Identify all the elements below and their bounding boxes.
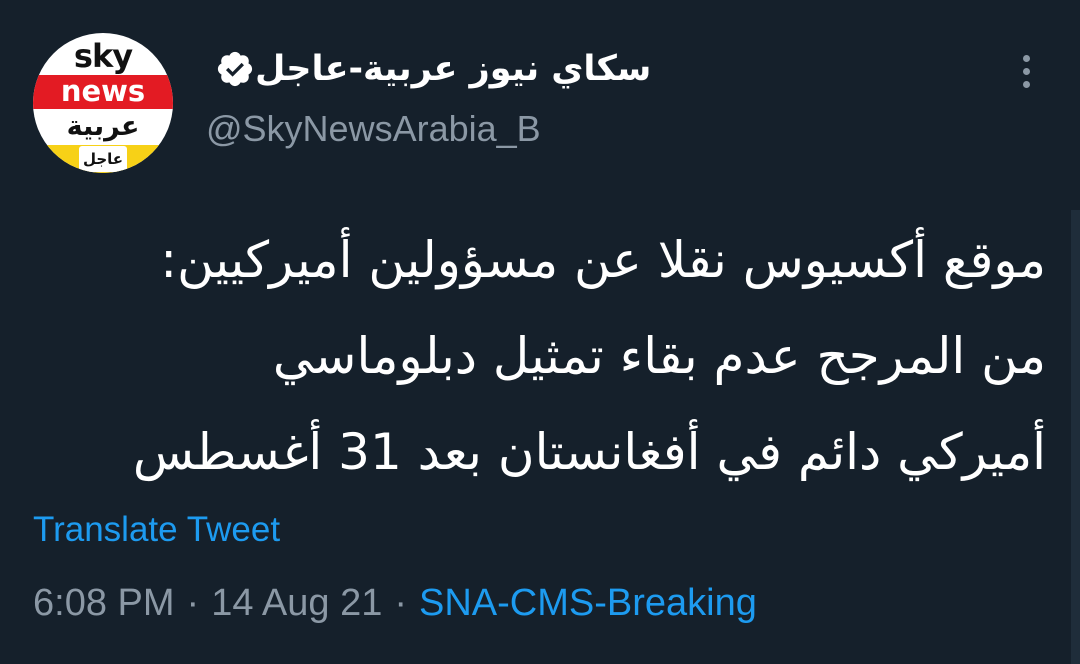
tweet-text: موقع أكسيوس نقلا عن مسؤولين أميركيين: من… — [132, 231, 1046, 481]
tweet-source-link[interactable]: SNA-CMS-Breaking — [419, 582, 757, 624]
tweet-date[interactable]: 14 Aug 21 — [211, 582, 382, 624]
tweet-time[interactable]: 6:08 PM — [33, 582, 175, 624]
tweet-card: sky news عربية عاجل سكاي نيوز عربية-عاجل… — [0, 0, 1080, 664]
avatar-logo-sky: sky — [73, 37, 133, 75]
avatar-logo-urgent: عاجل — [82, 150, 124, 168]
more-dot — [1022, 68, 1030, 75]
verified-badge-icon — [215, 49, 255, 89]
meta-separator: · — [186, 582, 200, 624]
display-name-row[interactable]: سكاي نيوز عربية-عاجل — [205, 44, 651, 94]
more-options-icon[interactable] — [1014, 55, 1038, 95]
translate-tweet-link[interactable]: Translate Tweet — [33, 510, 280, 550]
more-dot — [1022, 55, 1030, 62]
avatar-logo-news: news — [60, 74, 146, 108]
account-handle[interactable]: @SkyNewsArabia_B — [206, 108, 541, 150]
avatar-logo-arabic: عربية — [66, 111, 140, 142]
display-name[interactable]: سكاي نيوز عربية-عاجل — [255, 49, 651, 89]
meta-separator: · — [394, 582, 408, 624]
scrollbar-track[interactable] — [1071, 210, 1080, 664]
more-dot — [1022, 81, 1030, 88]
tweet-meta: 6:08 PM · 14 Aug 21 · SNA-CMS-Breaking — [33, 582, 757, 625]
avatar[interactable]: sky news عربية عاجل — [33, 33, 173, 173]
